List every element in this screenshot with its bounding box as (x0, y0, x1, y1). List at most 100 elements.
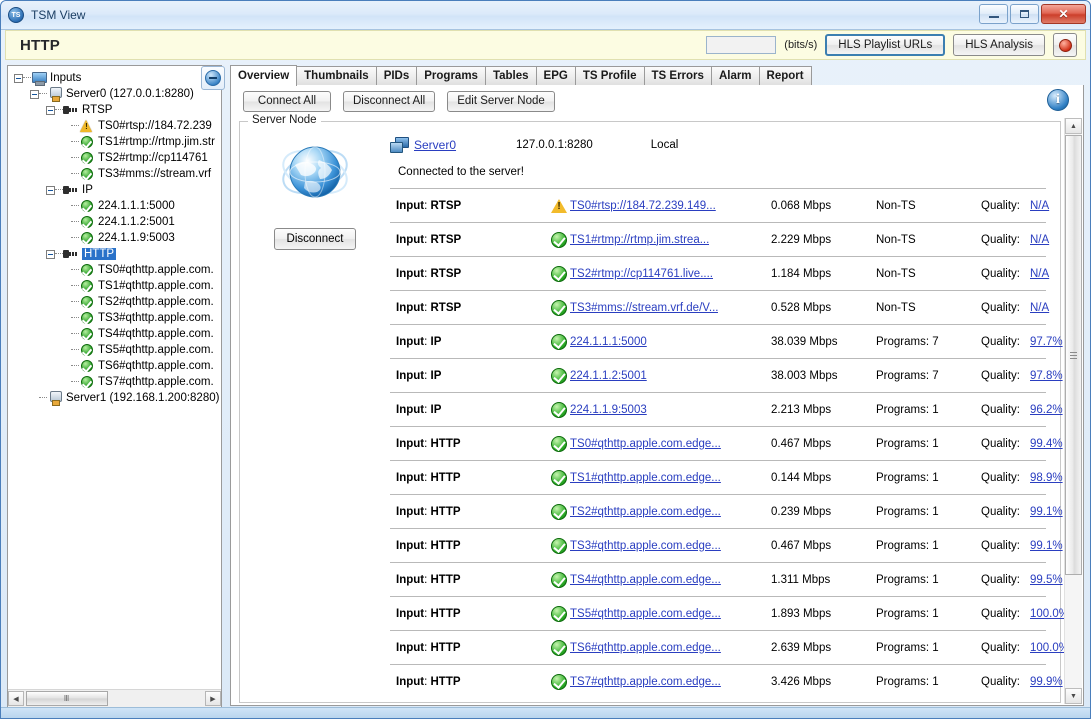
close-button[interactable]: ✕ (1041, 4, 1086, 24)
tab-programs[interactable]: Programs (416, 66, 486, 85)
stream-name-link[interactable]: 224.1.1.2:5001 (570, 370, 647, 382)
edit-server-node-button[interactable]: Edit Server Node (447, 90, 555, 112)
stream-name-link[interactable]: TS0#rtsp://184.72.239.149... (570, 200, 716, 212)
row-quality-value[interactable]: 99.1% (1030, 540, 1063, 552)
tab-tables[interactable]: Tables (484, 66, 537, 85)
server-icon (47, 87, 63, 102)
tree-node[interactable]: RTSP (8, 102, 221, 118)
tree-node[interactable]: TS3#mms://stream.vrf (8, 166, 221, 182)
tree-connector (71, 125, 79, 127)
row-quality-value[interactable]: 97.7% (1030, 336, 1063, 348)
tab-thumbnails[interactable]: Thumbnails (296, 66, 377, 85)
scroll-thumb[interactable]: Ⅲ (26, 691, 108, 706)
tree-node[interactable]: TS1#rtmp://rtmp.jim.str (8, 134, 221, 150)
tree-connector (71, 205, 79, 207)
tab-epg[interactable]: EPG (535, 66, 576, 85)
tab-alarm[interactable]: Alarm (710, 66, 760, 85)
row-quality-value[interactable]: 99.9% (1030, 676, 1063, 688)
bitrate-input[interactable] (706, 36, 777, 54)
tree-node[interactable]: TS1#qthttp.apple.com. (8, 278, 221, 294)
stream-name-link[interactable]: TS1#rtmp://rtmp.jim.strea... (570, 234, 709, 246)
row-input-label: Input: RTSP (390, 268, 551, 280)
ok-icon (79, 359, 95, 373)
row-quality-value[interactable]: 99.1% (1030, 506, 1063, 518)
stream-name-link[interactable]: TS4#qthttp.apple.com.edge... (570, 574, 721, 586)
tree-expander-icon[interactable] (46, 105, 55, 115)
content-vertical-scrollbar[interactable]: ▲ ▼ (1064, 118, 1082, 704)
tree-expander-icon[interactable] (14, 73, 23, 83)
row-quality-value[interactable]: N/A (1030, 234, 1049, 246)
window-title: TSM View (31, 8, 86, 22)
tab-pids[interactable]: PIDs (375, 66, 418, 85)
tab-ts-profile[interactable]: TS Profile (574, 66, 645, 85)
disconnect-all-button[interactable]: Disconnect All (343, 90, 436, 112)
tree-horizontal-scrollbar[interactable]: ◀ Ⅲ ▶ (8, 689, 221, 707)
stream-name-link[interactable]: TS1#qthttp.apple.com.edge... (570, 472, 721, 484)
tree-node[interactable]: 224.1.1.2:5001 (8, 214, 221, 230)
row-quality-value[interactable]: 99.4% (1030, 438, 1063, 450)
maximize-button[interactable] (1010, 4, 1039, 24)
stream-name-link[interactable]: TS3#mms://stream.vrf.de/V... (570, 302, 718, 314)
stream-name-link[interactable]: TS7#qthttp.apple.com.edge... (570, 676, 721, 688)
scroll-left-arrow-icon[interactable]: ◀ (8, 691, 24, 706)
tree-node[interactable]: TS2#qthttp.apple.com. (8, 294, 221, 310)
ok-icon (79, 263, 95, 277)
tree-node[interactable]: HTTP (8, 246, 221, 262)
row-quality-value[interactable]: 97.8% (1030, 370, 1063, 382)
stream-name-link[interactable]: TS0#qthttp.apple.com.edge... (570, 438, 721, 450)
hls-analysis-button[interactable]: HLS Analysis (953, 34, 1045, 56)
tree-node[interactable]: TS2#rtmp://cp114761 (8, 150, 221, 166)
server-icon (47, 391, 63, 406)
stream-name-link[interactable]: TS2#rtmp://cp114761.live.... (570, 268, 713, 280)
tree-node-label: TS4#qthttp.apple.com. (98, 328, 214, 340)
tab-ts-errors[interactable]: TS Errors (643, 66, 712, 85)
tree-node[interactable]: TS7#qthttp.apple.com. (8, 374, 221, 390)
stream-name-link[interactable]: 224.1.1.1:5000 (570, 336, 647, 348)
tree-expander-icon[interactable] (46, 249, 55, 259)
scroll-up-arrow-icon[interactable]: ▲ (1065, 118, 1082, 134)
tree-node[interactable]: TS6#qthttp.apple.com. (8, 358, 221, 374)
table-row: Input: HTTP TS3#qthttp.apple.com.edge... 0… (390, 528, 1063, 562)
stream-name-link[interactable]: TS3#qthttp.apple.com.edge... (570, 540, 721, 552)
tree-node[interactable]: Server1 (192.168.1.200:8280) (8, 390, 221, 406)
record-button[interactable] (1053, 33, 1077, 57)
tab-overview[interactable]: Overview (230, 65, 298, 86)
stream-name-link[interactable]: 224.1.1.9:5003 (570, 404, 647, 416)
row-quality-value[interactable]: 96.2% (1030, 404, 1063, 416)
stream-name-link[interactable]: TS6#qthttp.apple.com.edge... (570, 642, 721, 654)
tree-node[interactable]: TS5#qthttp.apple.com. (8, 342, 221, 358)
row-quality-value[interactable]: N/A (1030, 302, 1049, 314)
tab-report[interactable]: Report (758, 66, 812, 85)
tree-node[interactable]: 224.1.1.1:5000 (8, 198, 221, 214)
row-quality-value[interactable]: 98.9% (1030, 472, 1063, 484)
collapse-panel-button[interactable] (201, 66, 225, 90)
row-input-label: Input: HTTP (390, 676, 551, 688)
row-quality-value[interactable]: 99.5% (1030, 574, 1063, 586)
row-bitrate: 0.068 Mbps (771, 199, 832, 212)
scroll-right-arrow-icon[interactable]: ▶ (205, 691, 221, 706)
row-quality-value[interactable]: N/A (1030, 200, 1049, 212)
vertical-scroll-thumb[interactable] (1065, 135, 1082, 575)
tree-node[interactable]: TS0#rtsp://184.72.239 (8, 118, 221, 134)
tree-node[interactable]: 224.1.1.9:5003 (8, 230, 221, 246)
tree-expander-icon[interactable] (30, 89, 39, 99)
stream-name-link[interactable]: TS2#qthttp.apple.com.edge... (570, 506, 721, 518)
ok-icon (551, 401, 567, 418)
tree-node[interactable]: TS3#qthttp.apple.com. (8, 310, 221, 326)
server-name-link[interactable]: Server0 (414, 138, 456, 152)
tree-node[interactable]: Server0 (127.0.0.1:8280) (8, 86, 221, 102)
tree-expander-icon[interactable] (46, 185, 55, 195)
disconnect-button[interactable]: Disconnect (274, 228, 356, 250)
minimize-button[interactable] (979, 4, 1008, 24)
tree-node[interactable]: IP (8, 182, 221, 198)
tree-node[interactable]: TS0#qthttp.apple.com. (8, 262, 221, 278)
row-stream-type: Non-TS (876, 267, 916, 280)
row-quality-value[interactable]: N/A (1030, 268, 1049, 280)
tree-node[interactable]: Inputs (8, 70, 221, 86)
connect-all-button[interactable]: Connect All (243, 90, 331, 112)
stream-name-link[interactable]: TS5#qthttp.apple.com.edge... (570, 608, 721, 620)
tree-node[interactable]: TS4#qthttp.apple.com. (8, 326, 221, 342)
scroll-down-arrow-icon[interactable]: ▼ (1065, 688, 1082, 704)
hls-playlist-urls-button[interactable]: HLS Playlist URLs (825, 34, 946, 56)
info-icon[interactable]: i (1047, 89, 1069, 111)
